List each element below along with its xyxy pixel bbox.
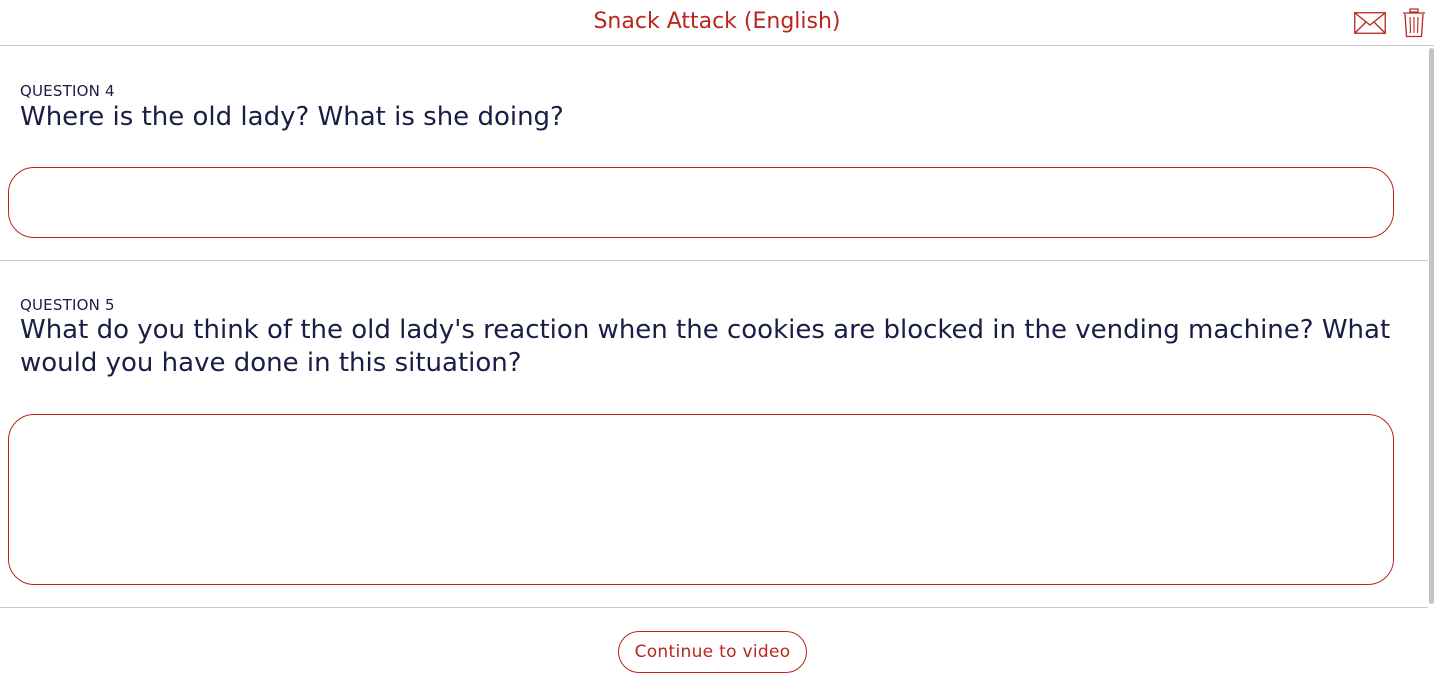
- question-text: What do you think of the old lady's reac…: [20, 315, 1391, 378]
- question-label: QUESTION 5: [20, 296, 115, 314]
- question-4-section: QUESTION 4 Where is the old lady? What i…: [0, 46, 1428, 261]
- app-title: Snack Attack (English): [593, 9, 841, 34]
- trash-icon[interactable]: [1402, 8, 1426, 38]
- scrollbar[interactable]: [1428, 46, 1434, 608]
- scrollbar-thumb[interactable]: [1429, 48, 1434, 604]
- question-label: QUESTION 4: [20, 82, 115, 100]
- answer-input-question-4[interactable]: [8, 167, 1394, 238]
- mail-icon[interactable]: [1354, 12, 1386, 34]
- question-5-section: QUESTION 5 What do you think of the old …: [0, 261, 1428, 608]
- answer-input-question-5[interactable]: [8, 414, 1394, 585]
- app-header: Snack Attack (English): [0, 0, 1434, 46]
- question-text: Where is the old lady? What is she doing…: [20, 102, 564, 132]
- continue-to-video-button[interactable]: Continue to video: [618, 631, 807, 673]
